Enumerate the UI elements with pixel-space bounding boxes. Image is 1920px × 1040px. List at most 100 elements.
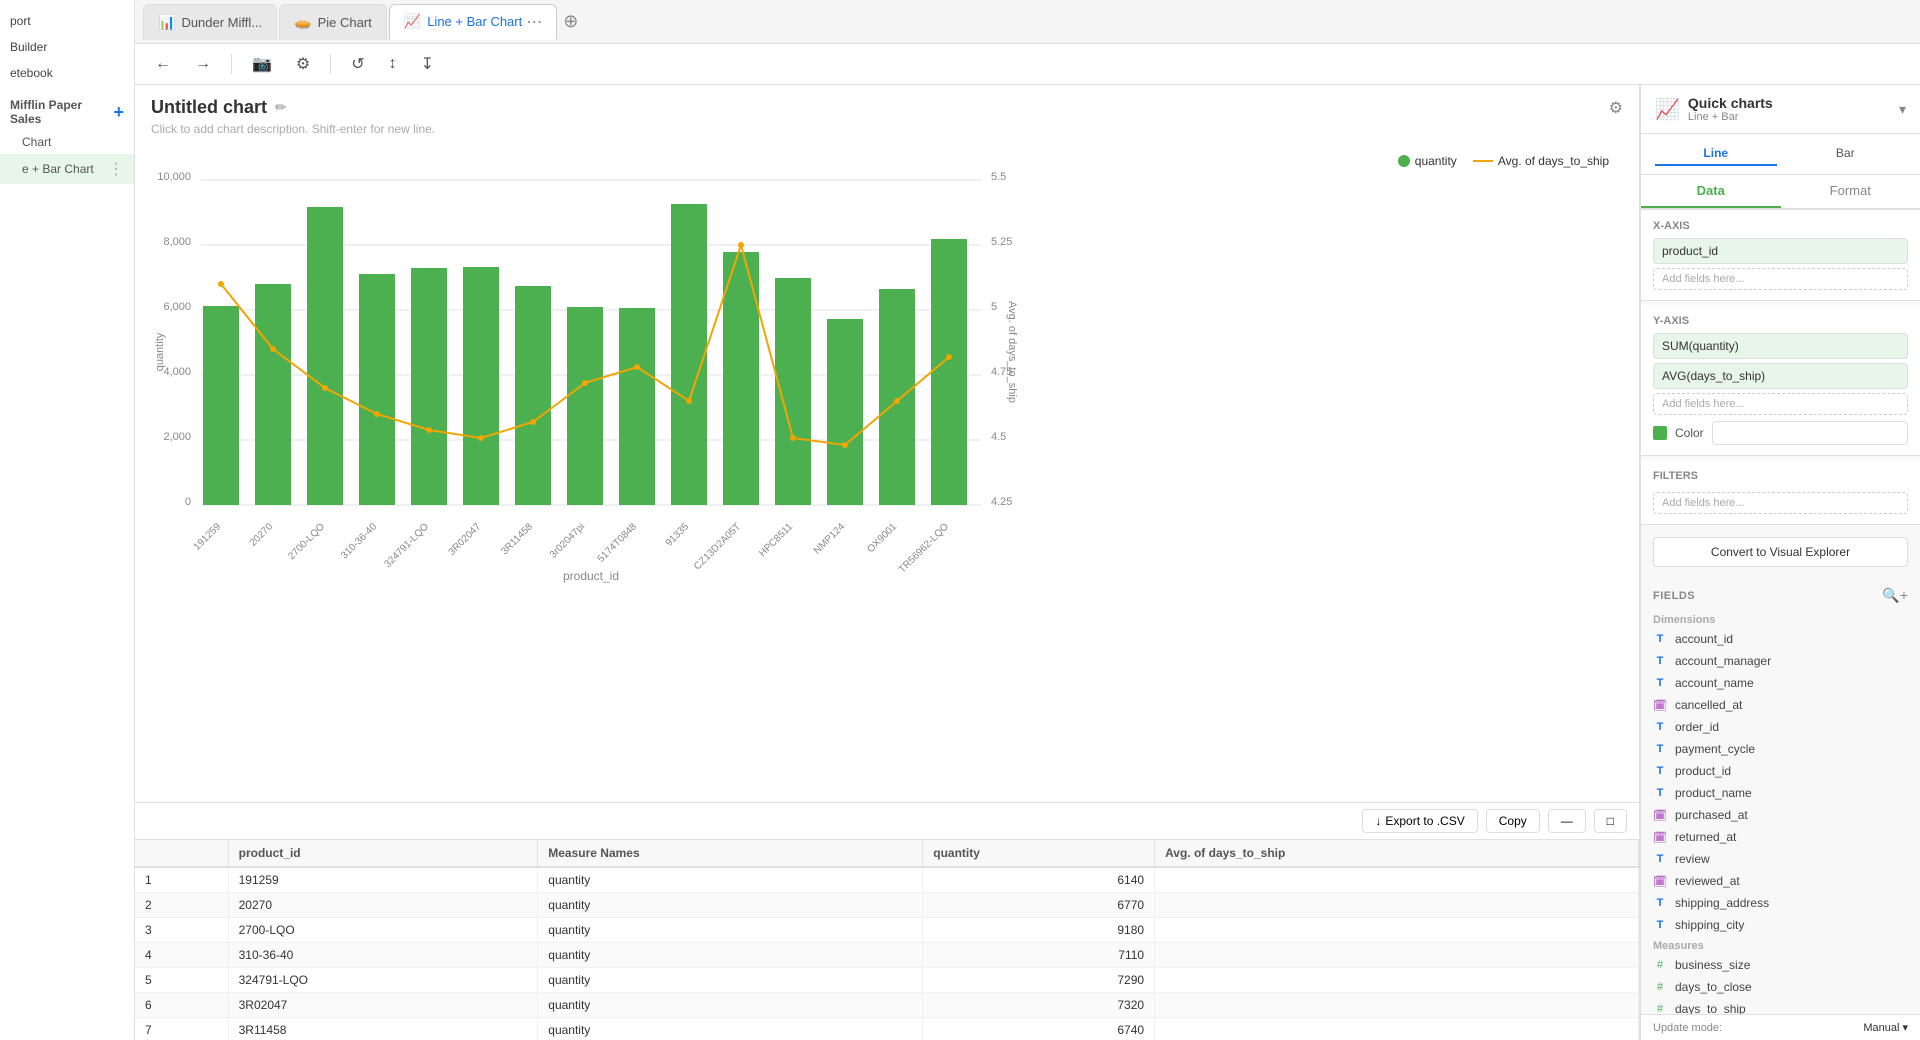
svg-text:3r02047pi: 3r02047pi: [548, 521, 587, 560]
cell-quantity: 6140: [923, 867, 1155, 893]
field-item-measure[interactable]: #days_to_ship: [1641, 998, 1920, 1014]
svg-text:2700-LQO: 2700-LQO: [286, 521, 327, 562]
field-item-dimension[interactable]: Tproduct_id: [1641, 760, 1920, 782]
new-tab-btn[interactable]: ⊕: [563, 11, 578, 32]
sidebar-item-builder[interactable]: Builder: [0, 34, 134, 60]
field-item-dimension[interactable]: Tproduct_name: [1641, 782, 1920, 804]
field-item-dimension[interactable]: 🗓reviewed_at: [1641, 870, 1920, 892]
tab-data[interactable]: Data: [1641, 175, 1781, 208]
field-item-dimension[interactable]: Tshipping_address: [1641, 892, 1920, 914]
field-item-dimension[interactable]: 🗓cancelled_at: [1641, 694, 1920, 716]
tab-pie-chart[interactable]: 🥧 Pie Chart: [279, 4, 387, 40]
minimize-btn[interactable]: —: [1548, 809, 1586, 833]
cell-measure: quantity: [538, 993, 923, 1018]
export-csv-btn[interactable]: ↓ Export to .CSV: [1362, 809, 1477, 833]
qc-icon: 📈: [1655, 97, 1680, 122]
maximize-btn[interactable]: □: [1594, 809, 1627, 833]
qc-type-line[interactable]: Line: [1655, 142, 1777, 166]
screenshot-btn[interactable]: 📷: [244, 50, 280, 78]
filter-btn[interactable]: ↧: [413, 50, 442, 78]
sidebar-item-notebook[interactable]: etebook: [0, 60, 134, 86]
chart-settings-btn[interactable]: ⚙: [1609, 98, 1623, 118]
table-scroll[interactable]: product_id Measure Names quantity Avg. o…: [135, 840, 1639, 1040]
edit-title-btn[interactable]: ✏: [275, 99, 287, 116]
x-axis-add-btn[interactable]: Add fields here...: [1653, 268, 1908, 290]
table-toolbar: ↓ Export to .CSV Copy — □: [135, 803, 1639, 840]
legend-avg-label: Avg. of days_to_ship: [1498, 154, 1609, 168]
field-name: product_id: [1675, 764, 1731, 778]
sidebar-notebook-label: etebook: [10, 66, 53, 80]
y-axis-section: Y-Axis SUM(quantity) AVG(days_to_ship) A…: [1641, 305, 1920, 456]
field-item-dimension[interactable]: Taccount_id: [1641, 628, 1920, 650]
tab-more-btn[interactable]: ⋯: [526, 12, 542, 32]
field-type-icon: 🗓: [1653, 699, 1667, 712]
measures-list: #business_size#days_to_close#days_to_shi…: [1641, 954, 1920, 1014]
cell-quantity: 7290: [923, 968, 1155, 993]
filters-add-btn[interactable]: Add fields here...: [1653, 492, 1908, 514]
convert-btn[interactable]: Convert to Visual Explorer: [1653, 537, 1908, 567]
field-item-dimension[interactable]: Taccount_name: [1641, 672, 1920, 694]
forward-btn[interactable]: →: [187, 51, 219, 77]
measures-label: Measures: [1641, 936, 1920, 954]
add-section-btn[interactable]: +: [113, 102, 124, 123]
y-axis-add-btn[interactable]: Add fields here...: [1653, 393, 1908, 415]
sidebar-item-chart[interactable]: Chart: [0, 130, 134, 154]
update-mode-select[interactable]: Manual ▾: [1863, 1021, 1908, 1034]
svg-text:6,000: 6,000: [163, 301, 191, 313]
x-axis-select[interactable]: product_id: [1653, 238, 1908, 264]
field-hash-icon: #: [1653, 959, 1667, 971]
legend-quantity-label: quantity: [1415, 154, 1457, 168]
svg-text:5174T0848: 5174T0848: [596, 521, 640, 565]
field-item-dimension[interactable]: Treview: [1641, 848, 1920, 870]
sidebar-item-line-bar[interactable]: e + Bar Chart ⋮: [0, 154, 134, 184]
copy-btn[interactable]: Copy: [1486, 809, 1540, 833]
sidebar-item-report[interactable]: port: [0, 8, 134, 34]
field-type-icon: T: [1653, 919, 1667, 931]
cell-num: 3: [135, 918, 228, 943]
svg-text:20270: 20270: [248, 521, 276, 549]
item-more-btn[interactable]: ⋮: [108, 159, 124, 179]
legend-avg-ship: Avg. of days_to_ship: [1473, 154, 1609, 168]
sort-btn[interactable]: ↕: [381, 51, 405, 77]
cell-num: 4: [135, 943, 228, 968]
field-type-icon: T: [1653, 743, 1667, 755]
svg-text:310-36-40: 310-36-40: [339, 521, 379, 561]
x-axis-section: X-Axis product_id Add fields here...: [1641, 210, 1920, 301]
qc-type-bar[interactable]: Bar: [1785, 142, 1907, 166]
cell-quantity: 7110: [923, 943, 1155, 968]
tab-dunder-miffl[interactable]: 📊 Dunder Miffl...: [143, 4, 277, 40]
table-row: 6 3R02047 quantity 7320: [135, 993, 1639, 1018]
table-row: 7 3R11458 quantity 6740: [135, 1018, 1639, 1040]
svg-text:5.25: 5.25: [991, 236, 1012, 248]
field-type-icon: T: [1653, 677, 1667, 689]
cell-avg: [1155, 893, 1639, 918]
y-axis-select-1[interactable]: SUM(quantity): [1653, 333, 1908, 359]
tab-format[interactable]: Format: [1781, 175, 1920, 208]
field-item-dimension[interactable]: Tpayment_cycle: [1641, 738, 1920, 760]
cell-quantity: 9180: [923, 918, 1155, 943]
chart-description[interactable]: Click to add chart description. Shift-en…: [135, 122, 1639, 144]
qc-expand-btn[interactable]: ▾: [1899, 101, 1906, 118]
field-item-measure[interactable]: #days_to_close: [1641, 976, 1920, 998]
fields-title: FIELDS: [1653, 590, 1695, 602]
svg-text:quantity: quantity: [154, 332, 166, 371]
field-item-measure[interactable]: #business_size: [1641, 954, 1920, 976]
color-select[interactable]: [1712, 421, 1908, 445]
refresh-btn[interactable]: ↺: [343, 50, 372, 78]
toolbar-sep2: [330, 54, 331, 74]
settings2-btn[interactable]: ⚙: [288, 50, 318, 78]
svg-text:3R02047: 3R02047: [447, 521, 484, 558]
chart-container: quantity Avg. of days_to_ship 10,000 8,0…: [135, 144, 1639, 802]
tab-line-bar[interactable]: 📈 Line + Bar Chart ⋯: [389, 4, 557, 40]
field-item-dimension[interactable]: Tshipping_city: [1641, 914, 1920, 936]
field-item-dimension[interactable]: Taccount_manager: [1641, 650, 1920, 672]
field-item-dimension[interactable]: 🗓purchased_at: [1641, 804, 1920, 826]
back-btn[interactable]: ←: [147, 51, 179, 77]
cell-product-id: 324791-LQO: [228, 968, 538, 993]
cell-measure: quantity: [538, 867, 923, 893]
field-item-dimension[interactable]: Torder_id: [1641, 716, 1920, 738]
y-axis-select-2[interactable]: AVG(days_to_ship): [1653, 363, 1908, 389]
fields-search-btn[interactable]: 🔍+: [1882, 587, 1908, 604]
qc-subtitle: Line + Bar: [1688, 111, 1773, 123]
field-item-dimension[interactable]: 🗓returned_at: [1641, 826, 1920, 848]
